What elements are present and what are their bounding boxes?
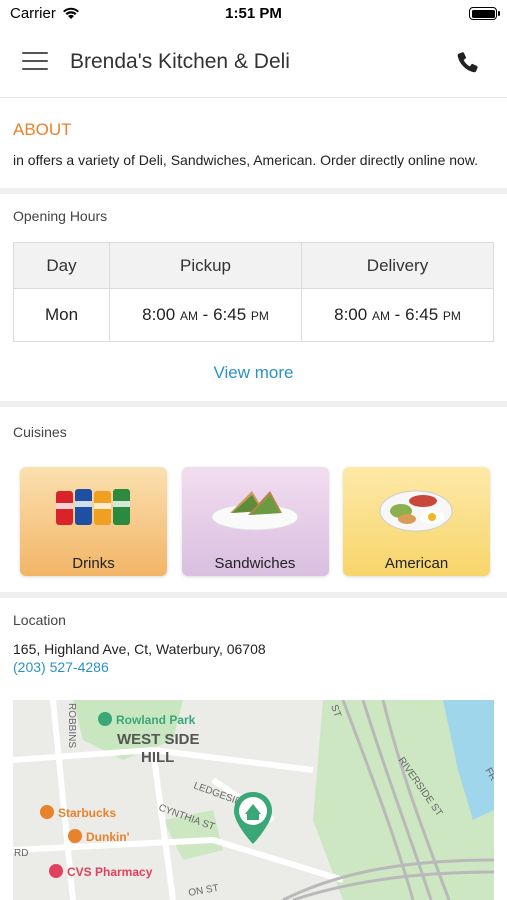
cuisine-card-drinks[interactable]: Drinks	[20, 467, 167, 576]
delivery-hours-cell: 8:00 AM - 6:45 PM	[301, 288, 494, 342]
status-bar: Carrier 1:51 PM	[0, 0, 507, 28]
cuisines-title: Cuisines	[13, 424, 67, 440]
map-label-district-line1: WEST SIDE	[117, 731, 200, 748]
map-canvas: Rowland Park WEST SIDE HILL Starbucks Du…	[13, 700, 494, 900]
view-more-link[interactable]: View more	[13, 363, 494, 383]
column-header-pickup: Pickup	[109, 242, 302, 289]
pickup-close-time: 6:45	[213, 305, 247, 324]
map-label-cvs: CVS Pharmacy	[67, 865, 153, 879]
pickup-close-ampm: PM	[250, 309, 269, 323]
sandwich-plate-icon	[211, 491, 298, 531]
map-label-district-line2: HILL	[141, 749, 174, 766]
about-section: ABOUT in offers a variety of Deli, Sandw…	[0, 98, 507, 188]
pickup-open-time: 8:00	[142, 305, 176, 324]
pickup-hours-cell: 8:00 AM - 6:45 PM	[109, 288, 302, 342]
hours-header-row: Day Pickup Delivery	[13, 242, 494, 289]
about-heading: ABOUT	[13, 120, 72, 139]
cuisines-section: Cuisines Drinks Sandwiches American	[0, 407, 507, 592]
map-label-starbucks: Starbucks	[58, 806, 116, 820]
soda-cans-icon	[56, 489, 130, 525]
phone-icon[interactable]	[455, 50, 481, 76]
map-label-rd: RD	[14, 848, 28, 859]
delivery-close-time: 6:45	[405, 305, 439, 324]
map-label-dunkin: Dunkin'	[86, 830, 130, 844]
cuisine-card-american[interactable]: American	[343, 467, 490, 576]
hours-table: Day Pickup Delivery Mon 8:00 AM - 6:45 P…	[13, 242, 494, 342]
opening-hours-section: Opening Hours Day Pickup Delivery Mon 8:…	[0, 194, 507, 401]
delivery-open-time: 8:00	[334, 305, 368, 324]
location-title: Location	[13, 612, 66, 628]
cuisine-card-sandwiches[interactable]: Sandwiches	[181, 467, 329, 576]
cuisine-cards: Drinks Sandwiches American	[13, 467, 494, 576]
column-header-delivery: Delivery	[301, 242, 494, 289]
opening-hours-title: Opening Hours	[13, 208, 108, 224]
menu-icon[interactable]	[22, 52, 48, 72]
cuisine-label-sandwiches: Sandwiches	[214, 555, 296, 572]
delivery-open-ampm: AM	[371, 309, 390, 323]
location-map[interactable]: Rowland Park WEST SIDE HILL Starbucks Du…	[13, 700, 494, 900]
map-label-park: Rowland Park	[116, 713, 196, 727]
day-cell: Mon	[13, 288, 110, 342]
app-header: Brenda's Kitchen & Deli	[0, 28, 507, 98]
battery-icon	[469, 7, 500, 20]
breakfast-plate-icon	[379, 490, 453, 532]
cuisine-label-drinks: Drinks	[72, 555, 115, 572]
clock: 1:51 PM	[225, 5, 282, 22]
pickup-open-ampm: AM	[179, 309, 198, 323]
column-header-day: Day	[13, 242, 110, 289]
address-text: 165, Highland Ave, Ct, Waterbury, 06708	[13, 641, 266, 657]
phone-number-link[interactable]: (203) 527-4286	[13, 659, 494, 675]
delivery-close-ampm: PM	[442, 309, 461, 323]
map-label-robbins: ROBBINS	[66, 703, 77, 748]
table-row: Mon 8:00 AM - 6:45 PM 8:00 AM - 6:45 PM	[13, 288, 494, 342]
page-title: Brenda's Kitchen & Deli	[70, 50, 290, 73]
about-description: in offers a variety of Deli, Sandwiches,…	[13, 152, 479, 168]
cuisine-label-american: American	[384, 555, 449, 572]
